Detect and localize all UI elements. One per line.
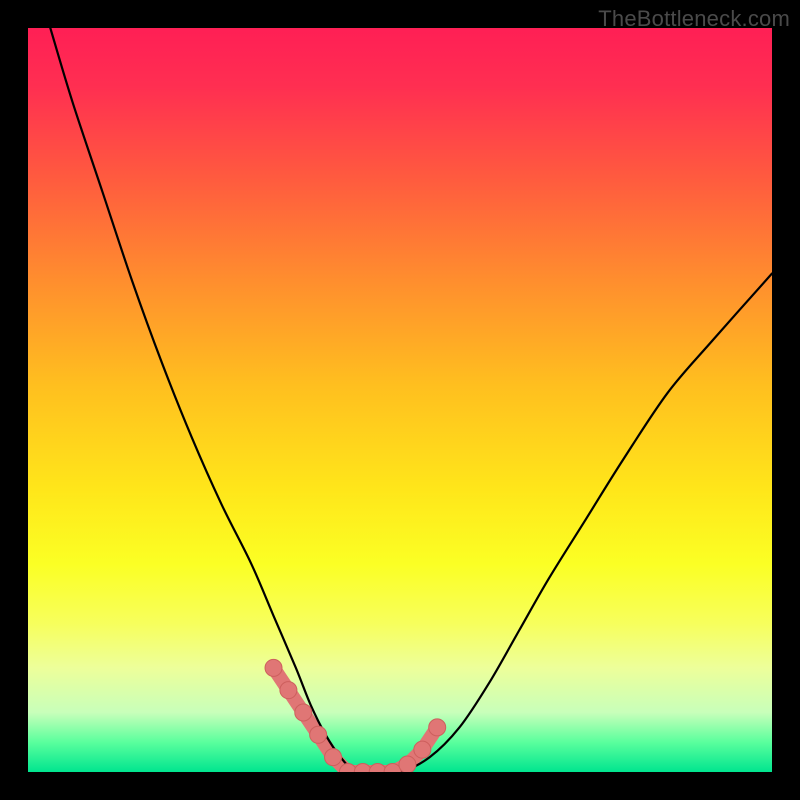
highlight-dot-connector [274,668,438,772]
bottleneck-curve-svg [28,28,772,772]
highlight-dot [310,726,327,743]
highlight-dot [325,749,342,766]
highlight-dot [265,659,282,676]
highlight-dot [369,764,386,773]
bottleneck-curve-path [50,28,772,772]
chart-area [28,28,772,772]
highlight-dot [295,704,312,721]
highlight-dot [414,741,431,758]
highlight-dot [354,764,371,773]
highlight-dot [429,719,446,736]
highlight-dot [399,756,416,772]
highlight-dots-group [265,659,446,772]
highlight-dot [280,682,297,699]
